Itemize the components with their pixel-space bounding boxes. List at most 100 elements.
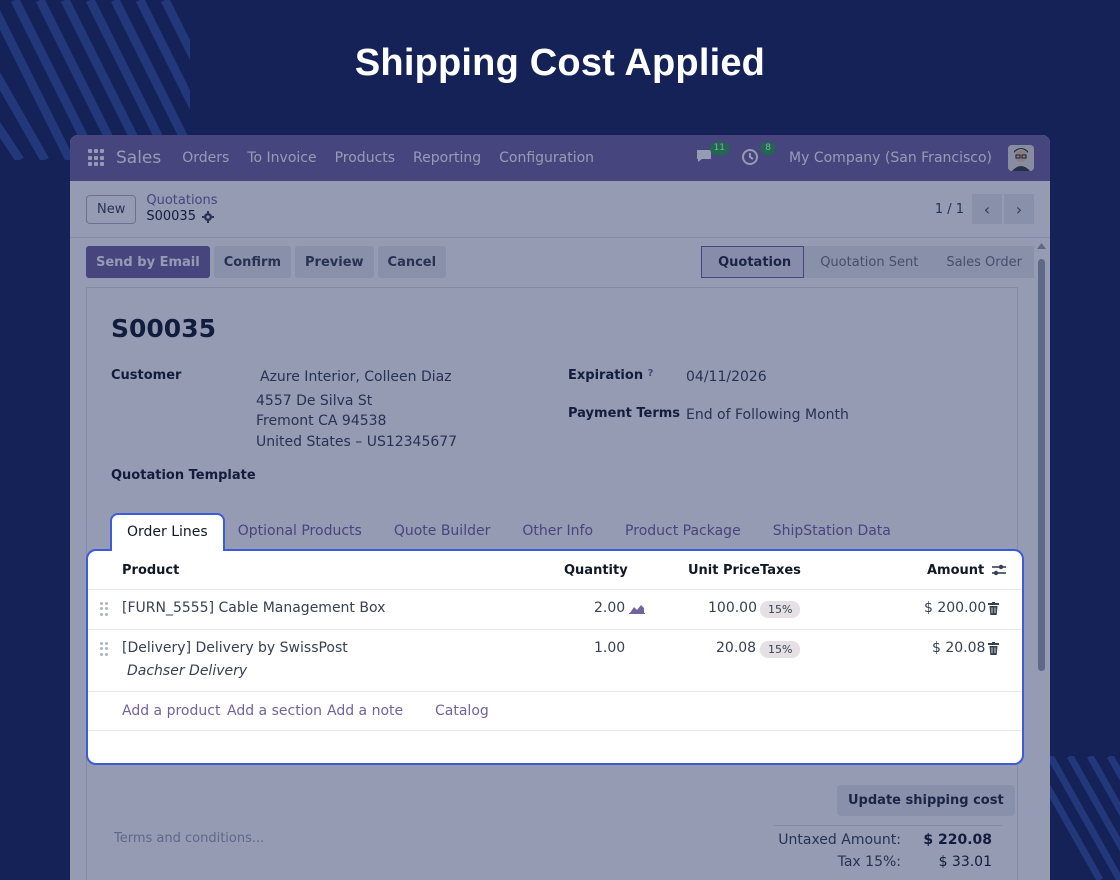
stage-sales-order[interactable]: Sales Order — [930, 246, 1034, 278]
breadcrumb-current: S00035 — [146, 209, 196, 224]
add-product-link[interactable]: Add a product — [122, 703, 220, 719]
line-product[interactable]: [FURN_5555] Cable Management Box — [122, 600, 385, 616]
confirm-button[interactable]: Confirm — [213, 246, 292, 278]
pager: 1 / 1 ‹ › — [935, 194, 1034, 224]
drag-handle-icon[interactable] — [100, 602, 108, 616]
line-amount: $ 200.00 — [924, 600, 987, 616]
line-unit-price[interactable]: 20.08 — [716, 640, 756, 656]
tab-order-lines[interactable]: Order Lines — [110, 513, 225, 551]
quotation-template-label: Quotation Template — [111, 468, 256, 483]
tab-quote-builder[interactable]: Quote Builder — [378, 514, 507, 548]
line-description[interactable]: Dachser Delivery — [127, 663, 247, 679]
app-grid-icon[interactable] — [88, 149, 106, 167]
tab-connector — [112, 547, 214, 553]
drag-handle-icon[interactable] — [100, 642, 108, 656]
add-line-row: Add a product Add a section Add a note C… — [88, 691, 1022, 731]
forecast-chart-icon[interactable] — [629, 602, 645, 614]
order-lines-table: Product Quantity Unit Price Taxes Amount… — [86, 549, 1024, 765]
trash-icon[interactable] — [988, 642, 999, 655]
control-panel: New Quotations S00035 1 / 1 ‹ › — [70, 181, 1050, 238]
tab-other-info[interactable]: Other Info — [506, 514, 609, 548]
catalog-button[interactable]: Catalog — [435, 703, 489, 719]
payment-terms-field[interactable]: End of Following Month — [686, 407, 849, 423]
terms-input[interactable]: Terms and conditions... — [114, 831, 264, 846]
messages-button[interactable]: 11 — [695, 142, 730, 168]
tax-badge[interactable]: 15% — [760, 601, 801, 618]
send-by-email-button[interactable]: Send by Email — [86, 246, 210, 278]
tab-shipstation-data[interactable]: ShipStation Data — [757, 514, 907, 548]
activities-badge: 8 — [761, 142, 776, 155]
line-amount: $ 20.08 — [932, 640, 986, 656]
tax-value: $ 33.01 — [938, 854, 992, 870]
menu-reporting[interactable]: Reporting — [413, 150, 481, 166]
customer-field[interactable]: Azure Interior, Colleen Diaz — [260, 369, 452, 385]
cancel-button[interactable]: Cancel — [377, 246, 447, 278]
payment-terms-label: Payment Terms — [568, 406, 681, 421]
line-quantity[interactable]: 2.00 — [594, 600, 625, 616]
table-bottom-border — [88, 730, 1022, 731]
column-taxes[interactable]: Taxes — [760, 563, 801, 578]
line-unit-price[interactable]: 100.00 — [708, 600, 757, 616]
avatar-icon — [1008, 145, 1034, 171]
app-name[interactable]: Sales — [116, 148, 161, 168]
table-row[interactable]: [Delivery] Delivery by SwissPost Dachser… — [88, 629, 1022, 691]
tax-badge[interactable]: 15% — [760, 641, 801, 658]
column-unit-price[interactable]: Unit Price — [688, 563, 760, 578]
address-line-2: Fremont CA 94538 — [256, 413, 387, 429]
breadcrumb: Quotations S00035 — [146, 193, 217, 225]
tax-label: Tax 15%: — [837, 854, 901, 870]
chevron-right-icon: › — [1015, 199, 1023, 219]
help-icon[interactable]: ? — [648, 368, 654, 379]
stage-quotation-sent[interactable]: Quotation Sent — [804, 246, 931, 278]
stage-quotation[interactable]: Quotation — [701, 246, 805, 278]
address-line-1: 4557 De Silva St — [256, 393, 373, 409]
trash-icon[interactable] — [988, 602, 999, 615]
totals-divider — [774, 825, 1002, 826]
menu-configuration[interactable]: Configuration — [499, 150, 594, 166]
clock-icon — [742, 149, 759, 165]
gear-icon[interactable] — [201, 211, 214, 223]
menu-to-invoice[interactable]: To Invoice — [247, 150, 316, 166]
pager-value[interactable]: 1 / 1 — [935, 202, 964, 217]
breadcrumb-parent[interactable]: Quotations — [146, 193, 217, 209]
update-shipping-cost-button[interactable]: Update shipping cost — [837, 785, 1015, 816]
table-row[interactable]: [FURN_5555] Cable Management Box 2.00 10… — [88, 589, 1022, 629]
pager-previous-button[interactable]: ‹ — [972, 194, 1002, 224]
decorative-stripes — [1040, 756, 1120, 880]
page-headline: Shipping Cost Applied — [354, 42, 766, 84]
chevron-left-icon: ‹ — [983, 199, 991, 219]
new-button[interactable]: New — [86, 194, 137, 224]
add-section-link[interactable]: Add a section — [227, 703, 322, 719]
untaxed-amount-label: Untaxed Amount: — [778, 832, 901, 848]
notebook-tabs: Order Lines Optional Products Quote Buil… — [109, 514, 907, 548]
column-quantity[interactable]: Quantity — [564, 563, 628, 578]
column-amount[interactable]: Amount — [927, 563, 984, 578]
tab-optional-products[interactable]: Optional Products — [222, 514, 378, 548]
app-window: Sales Orders To Invoice Products Reporti… — [70, 135, 1050, 880]
top-navbar: Sales Orders To Invoice Products Reporti… — [70, 135, 1050, 181]
address-line-3: United States – US12345677 — [256, 434, 458, 450]
untaxed-amount-value: $ 220.08 — [923, 832, 992, 848]
expiration-field[interactable]: 04/11/2026 — [686, 369, 767, 385]
expiration-label: Expiration ? — [568, 368, 654, 383]
user-avatar[interactable] — [1008, 145, 1034, 171]
menu-orders[interactable]: Orders — [182, 150, 229, 166]
pager-next-button[interactable]: › — [1004, 194, 1034, 224]
stage-bar: Quotation Quotation Sent Sales Order — [701, 246, 1034, 278]
scroll-up-icon[interactable] — [1037, 243, 1046, 249]
tab-product-package[interactable]: Product Package — [609, 514, 757, 548]
customer-label: Customer — [111, 368, 182, 383]
document-name: S00035 — [111, 314, 216, 343]
messages-badge: 11 — [709, 142, 730, 155]
company-switcher[interactable]: My Company (San Francisco) — [789, 150, 992, 166]
line-product[interactable]: [Delivery] Delivery by SwissPost — [122, 640, 348, 656]
line-quantity[interactable]: 1.00 — [594, 640, 625, 656]
column-product[interactable]: Product — [122, 563, 179, 578]
add-note-link[interactable]: Add a note — [327, 703, 403, 719]
scrollbar-thumb[interactable] — [1038, 259, 1045, 671]
activities-button[interactable]: 8 — [741, 142, 776, 168]
preview-button[interactable]: Preview — [295, 246, 374, 278]
menu-products[interactable]: Products — [335, 150, 395, 166]
optional-columns-icon[interactable] — [991, 562, 1007, 578]
status-bar: Send by Email Confirm Preview Cancel Quo… — [70, 238, 1050, 286]
